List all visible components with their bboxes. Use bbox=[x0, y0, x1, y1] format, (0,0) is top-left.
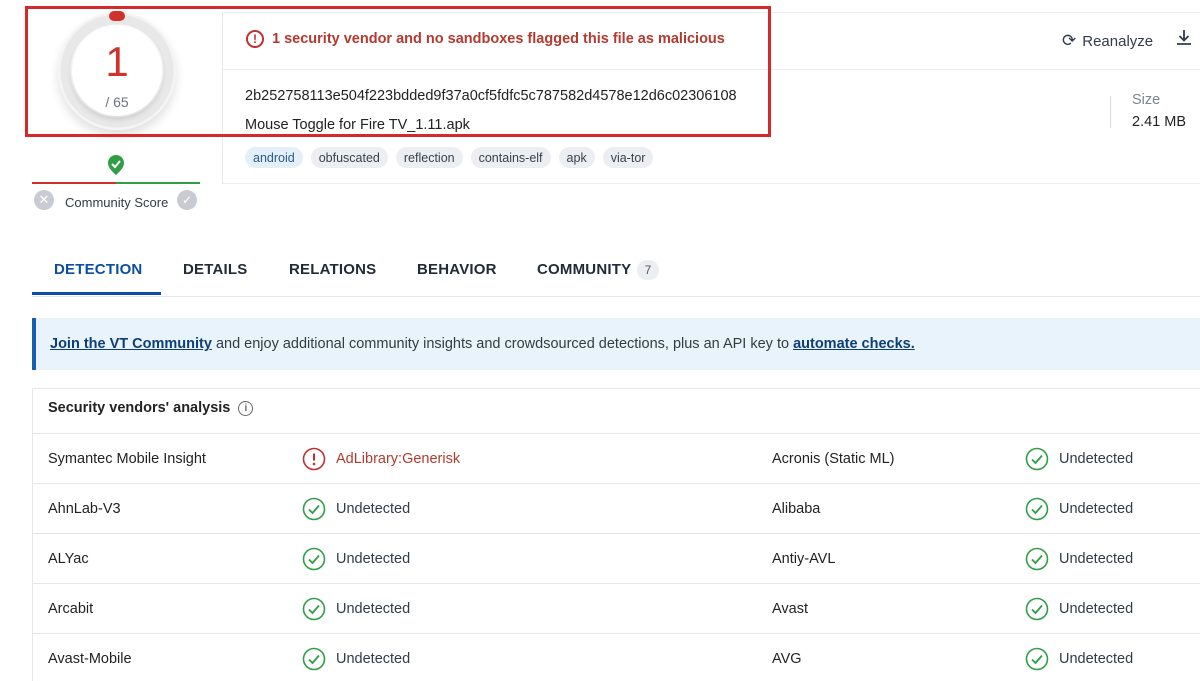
shield-check-icon bbox=[107, 154, 125, 176]
tab-bar: DETECTION DETAILS RELATIONS BEHAVIOR COM… bbox=[32, 246, 1200, 297]
tab-detection[interactable]: DETECTION bbox=[54, 261, 142, 278]
check-circle-icon bbox=[1025, 447, 1049, 471]
vendor-row: AhnLab-V3 Undetected Alibaba Undetected bbox=[33, 483, 1200, 533]
vendor-row: Symantec Mobile Insight AdLibrary:Generis… bbox=[33, 433, 1200, 483]
community-score-label: Community Score bbox=[65, 195, 169, 210]
vendor-result: Undetected bbox=[1025, 547, 1133, 571]
vendor-row: Avast-Mobile Undetected AVG Undetected bbox=[33, 633, 1200, 681]
tab-behavior[interactable]: BEHAVIOR bbox=[417, 261, 497, 278]
tab-community-label: COMMUNITY bbox=[537, 261, 632, 278]
vendor-result-text: Undetected bbox=[1059, 651, 1134, 667]
check-circle-icon bbox=[1025, 647, 1049, 671]
vendor-result-text: Undetected bbox=[336, 651, 411, 667]
highlight-box bbox=[25, 6, 771, 137]
vendor-result: Undetected bbox=[1025, 447, 1133, 471]
size-label: Size bbox=[1132, 92, 1161, 108]
alert-circle-icon bbox=[302, 447, 326, 471]
check-circle-icon bbox=[1025, 597, 1049, 621]
community-score-bar-positive bbox=[116, 182, 200, 184]
vendor-result: Undetected bbox=[302, 647, 410, 671]
vendor-row: Arcabit Undetected Avast Undetected bbox=[33, 583, 1200, 633]
header-bottom-border bbox=[222, 183, 1200, 184]
size-value: 2.41 MB bbox=[1132, 114, 1186, 130]
vendor-result-text: Undetected bbox=[1059, 551, 1134, 567]
tab-behavior-label: BEHAVIOR bbox=[417, 261, 497, 278]
vendor-name: Avast-Mobile bbox=[48, 651, 132, 667]
vendor-name: Alibaba bbox=[772, 501, 821, 517]
vendor-result: AdLibrary:Generisk bbox=[302, 447, 460, 471]
vendor-result: Undetected bbox=[1025, 647, 1133, 671]
file-tags: android obfuscated reflection contains-e… bbox=[245, 147, 654, 168]
vendor-row: ALYac Undetected Antiy-AVL Undetected bbox=[33, 533, 1200, 583]
community-banner: Join the VT Community and enjoy addition… bbox=[32, 318, 1200, 370]
community-score-bar-negative bbox=[32, 182, 116, 184]
tag[interactable]: contains-elf bbox=[470, 147, 551, 168]
vendor-name: Avast bbox=[772, 601, 809, 617]
vendor-result-text: Undetected bbox=[1059, 601, 1134, 617]
check-circle-icon bbox=[302, 497, 326, 521]
vendor-result: Undetected bbox=[302, 597, 410, 621]
vendor-name: AVG bbox=[772, 651, 802, 667]
vendor-rows: Symantec Mobile Insight AdLibrary:Generis… bbox=[33, 433, 1200, 681]
check-circle-icon bbox=[1025, 497, 1049, 521]
check-circle-icon[interactable]: ✓ bbox=[177, 190, 197, 210]
tag[interactable]: obfuscated bbox=[310, 147, 388, 168]
active-tab-indicator bbox=[32, 292, 161, 295]
vendor-result-text: Undetected bbox=[336, 551, 411, 567]
check-circle-icon bbox=[1025, 547, 1049, 571]
vendor-result-text: Undetected bbox=[1059, 501, 1134, 517]
community-count-badge: 7 bbox=[637, 260, 659, 280]
automate-checks-link[interactable]: automate checks. bbox=[793, 336, 915, 352]
info-icon[interactable]: i bbox=[238, 400, 254, 416]
vendor-name: Acronis (Static ML) bbox=[772, 451, 895, 467]
reanalyze-button[interactable]: ⟳ Reanalyze bbox=[1062, 31, 1153, 51]
tab-details[interactable]: DETAILS bbox=[183, 261, 247, 278]
tag[interactable]: android bbox=[245, 147, 303, 168]
vendors-header: Security vendors' analysis i bbox=[48, 400, 254, 416]
tab-relations[interactable]: RELATIONS bbox=[289, 261, 376, 278]
tag[interactable]: via-tor bbox=[602, 147, 654, 168]
vendor-result: Undetected bbox=[1025, 497, 1133, 521]
vendor-result-text: AdLibrary:Generisk bbox=[336, 451, 461, 467]
tag[interactable]: apk bbox=[558, 147, 595, 168]
vendor-result: Undetected bbox=[302, 547, 410, 571]
vendor-name: Symantec Mobile Insight bbox=[48, 451, 206, 467]
vendor-result-text: Undetected bbox=[336, 601, 411, 617]
refresh-icon: ⟳ bbox=[1062, 31, 1077, 50]
vendor-result-text: Undetected bbox=[336, 501, 411, 517]
check-circle-icon bbox=[302, 647, 326, 671]
vendors-header-title: Security vendors' analysis bbox=[48, 400, 231, 416]
tag[interactable]: reflection bbox=[395, 147, 463, 168]
check-circle-icon bbox=[302, 547, 326, 571]
vendor-name: ALYac bbox=[48, 551, 89, 567]
vendor-result: Undetected bbox=[302, 497, 410, 521]
vendor-name: Antiy-AVL bbox=[772, 551, 836, 567]
banner-text: and enjoy additional community insights … bbox=[211, 336, 794, 352]
join-community-link[interactable]: Join the VT Community bbox=[50, 336, 212, 352]
vendor-result: Undetected bbox=[1025, 597, 1133, 621]
reanalyze-label: Reanalyze bbox=[1082, 32, 1154, 50]
x-circle-icon[interactable]: ✕ bbox=[34, 190, 54, 210]
vendor-name: Arcabit bbox=[48, 601, 94, 617]
security-vendors-analysis: Security vendors' analysis i Symantec Mo… bbox=[32, 388, 1200, 681]
vendor-name: AhnLab-V3 bbox=[48, 501, 121, 517]
tab-community[interactable]: COMMUNITY 7 bbox=[537, 260, 659, 280]
size-separator bbox=[1110, 96, 1111, 128]
vendor-result-text: Undetected bbox=[1059, 451, 1134, 467]
check-circle-icon bbox=[302, 597, 326, 621]
download-icon[interactable] bbox=[1175, 28, 1193, 51]
